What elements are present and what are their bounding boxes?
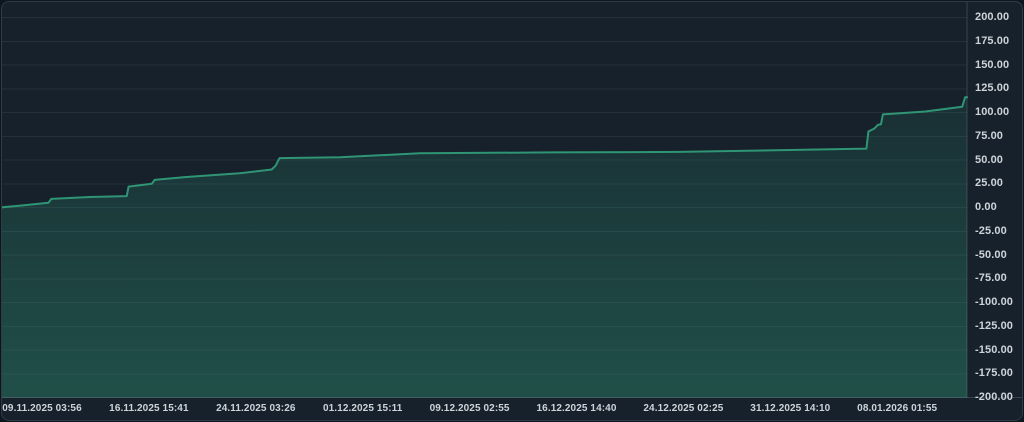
price-axis-label: -175.00 (975, 367, 1014, 380)
time-axis-label: 31.12.2025 14:10 (750, 403, 831, 414)
price-axis-label: -200.00 (975, 391, 1014, 403)
time-axis[interactable]: 09.11.2025 03:56 16.11.2025 15:41 24.11.20… (2, 398, 969, 420)
time-axis-label: 24.11.2025 03:26 (216, 403, 296, 414)
chart-widget: 200.00 175.00 150.00 125.00 100.00 75.00 50.00… (0, 0, 1024, 422)
time-axis-label: 16.12.2025 14:40 (536, 403, 617, 414)
price-axis-label: 100.00 (975, 106, 1010, 118)
time-axis-label: 16.11.2025 15:41 (109, 403, 189, 414)
price-axis-label: -150.00 (975, 343, 1014, 356)
price-axis-label: 200.00 (975, 11, 1010, 23)
price-axis-label: -75.00 (975, 272, 1007, 285)
price-axis-label: 125.00 (975, 82, 1010, 95)
price-axis-label: 0.00 (975, 201, 997, 213)
chart-panel: 200.00 175.00 150.00 125.00 100.00 75.00 50.00… (1, 1, 1023, 421)
price-axis-label: 150.00 (975, 58, 1010, 71)
price-axis-label: -50.00 (975, 248, 1007, 261)
area-fill (2, 97, 967, 398)
price-axis[interactable]: 200.00 175.00 150.00 125.00 100.00 75.00 50.00… (967, 2, 1022, 403)
time-axis-label: 09.11.2025 03:56 (2, 403, 82, 414)
time-axis-label: 01.12.2025 15:11 (322, 403, 403, 414)
price-axis-label: -100.00 (975, 296, 1014, 308)
time-axis-label: 09.12.2025 02:55 (429, 403, 510, 414)
price-axis-label: 175.00 (975, 34, 1010, 47)
time-axis-label: 08.01.2026 01:55 (857, 403, 938, 414)
time-axis-label: 24.12.2025 02:25 (643, 403, 724, 414)
price-axis-label: 25.00 (975, 177, 1004, 190)
price-axis-label: 75.00 (975, 129, 1004, 142)
price-axis-label: -25.00 (975, 224, 1007, 237)
price-axis-label: -125.00 (975, 319, 1014, 332)
area-chart-plot[interactable] (1, 1, 1023, 421)
price-axis-label: 50.00 (975, 153, 1004, 166)
